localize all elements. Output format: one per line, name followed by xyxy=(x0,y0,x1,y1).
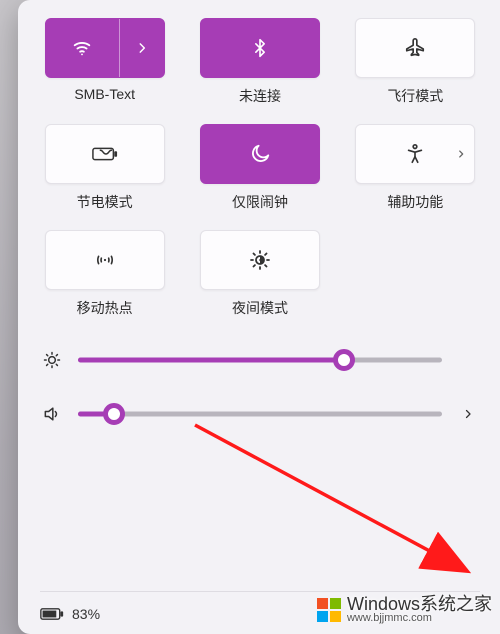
tile-wrap-night-light: 夜间模式 xyxy=(195,230,324,318)
accessibility-icon xyxy=(404,143,426,165)
brightness-thumb[interactable] xyxy=(333,349,355,371)
tile-battery-saver-label: 节电模式 xyxy=(77,192,133,212)
tile-night-light[interactable] xyxy=(200,230,320,290)
tile-wifi[interactable] xyxy=(45,18,165,78)
tile-airplane[interactable] xyxy=(355,18,475,78)
volume-expand[interactable] xyxy=(456,408,480,420)
brightness-icon xyxy=(40,350,64,370)
chevron-right-icon xyxy=(135,41,149,55)
tile-bluetooth-label: 未连接 xyxy=(239,86,281,106)
airplane-icon xyxy=(404,37,426,59)
watermark-site: Windows系统之家 xyxy=(347,595,492,613)
tile-bluetooth[interactable] xyxy=(200,18,320,78)
tile-hotspot-label: 移动热点 xyxy=(77,298,133,318)
wifi-icon xyxy=(71,37,93,59)
tile-wrap-accessibility: 辅助功能 xyxy=(351,124,480,212)
tile-wrap-focus: 仅限闹钟 xyxy=(195,124,324,212)
slider-fill xyxy=(78,358,344,363)
tile-wifi-expand[interactable] xyxy=(120,19,164,77)
bluetooth-icon xyxy=(250,36,270,60)
hotspot-icon xyxy=(93,249,117,271)
watermark-url: www.bjjmmc.com xyxy=(347,613,492,624)
chevron-right-icon xyxy=(462,408,474,420)
tile-accessibility[interactable] xyxy=(355,124,475,184)
windows-logo-icon xyxy=(317,598,341,622)
volume-thumb[interactable] xyxy=(103,403,125,425)
night-light-icon xyxy=(248,248,272,272)
sliders-section xyxy=(40,350,480,424)
tile-wifi-label: SMB-Text xyxy=(74,86,135,102)
tile-wrap-airplane: 飞行模式 xyxy=(351,18,480,106)
tile-wrap-bluetooth: 未连接 xyxy=(195,18,324,106)
slider-track xyxy=(78,412,442,417)
tile-wrap-wifi: SMB-Text xyxy=(40,18,169,106)
quick-settings-panel: SMB-Text 未连接 xyxy=(18,0,500,634)
battery-percent: 83% xyxy=(72,606,100,622)
tile-night-light-label: 夜间模式 xyxy=(232,298,288,318)
watermark: Windows系统之家 www.bjjmmc.com xyxy=(317,595,492,624)
tiles-grid: SMB-Text 未连接 xyxy=(40,18,480,318)
speaker-icon xyxy=(40,404,64,424)
chevron-right-icon xyxy=(456,149,466,159)
brightness-row xyxy=(40,350,480,370)
tile-accessibility-label: 辅助功能 xyxy=(387,192,443,212)
moon-icon xyxy=(249,143,271,165)
tile-focus-label: 仅限闹钟 xyxy=(232,192,288,212)
volume-row xyxy=(40,404,480,424)
tile-wrap-hotspot: 移动热点 xyxy=(40,230,169,318)
volume-slider[interactable] xyxy=(78,404,442,424)
tile-hotspot[interactable] xyxy=(45,230,165,290)
battery-icon[interactable] xyxy=(40,607,64,621)
tile-focus[interactable] xyxy=(200,124,320,184)
tile-wrap-battery-saver: 节电模式 xyxy=(40,124,169,212)
tile-wifi-main[interactable] xyxy=(46,19,120,77)
tile-battery-saver[interactable] xyxy=(45,124,165,184)
tile-airplane-label: 飞行模式 xyxy=(387,86,443,106)
brightness-slider[interactable] xyxy=(78,350,442,370)
battery-saver-icon xyxy=(92,144,118,164)
